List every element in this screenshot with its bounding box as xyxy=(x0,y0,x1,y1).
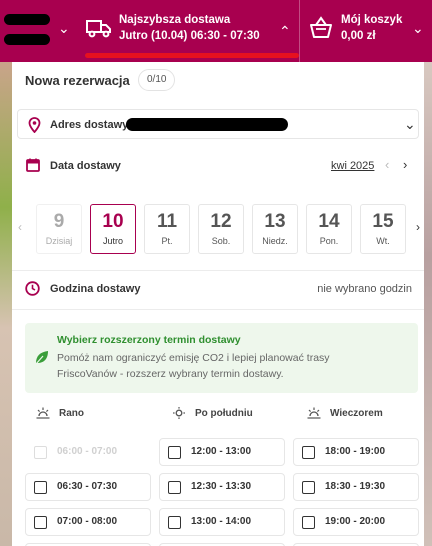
chevron-down-icon[interactable]: ⌄ xyxy=(412,21,424,35)
address-dropdown[interactable]: Adres dostawy ⌄ xyxy=(17,109,419,139)
slot-time: 13:00 - 14:00 xyxy=(191,516,252,527)
slot-time: 12:00 - 13:00 xyxy=(191,446,252,457)
slot-time: 06:00 - 07:00 xyxy=(57,446,118,457)
day-name: Wt. xyxy=(376,236,390,246)
eco-info-box: Wybierz rozszerzony termin dostawy Pomóż… xyxy=(25,323,418,393)
leaf-icon xyxy=(35,351,48,365)
day-card[interactable]: 11 Pt. xyxy=(144,204,190,254)
slot-time: 06:30 - 07:30 xyxy=(57,481,118,492)
day-card[interactable]: 15 Wt. xyxy=(360,204,406,254)
calendar-icon xyxy=(26,158,40,172)
divider xyxy=(12,270,424,271)
time-slot[interactable]: 06:30 - 07:30 xyxy=(25,473,151,501)
divider xyxy=(12,309,424,310)
slot-checkbox[interactable] xyxy=(302,481,315,494)
slot-time: 19:00 - 20:00 xyxy=(325,516,386,527)
time-slot[interactable]: 18:30 - 19:30 xyxy=(293,473,419,501)
day-number: 13 xyxy=(264,211,286,232)
slot-time: 07:00 - 08:00 xyxy=(57,516,118,527)
day-number: 12 xyxy=(210,211,232,232)
prev-days-button[interactable]: ‹ xyxy=(18,220,22,234)
day-name: Sob. xyxy=(211,236,231,246)
address-label: Adres dostawy xyxy=(50,119,129,131)
period-afternoon-label: Po południu xyxy=(195,408,253,419)
top-bar: ⌄ Najszybsza dostawa Jutro (10.04) 06:30… xyxy=(0,0,432,62)
eco-title[interactable]: Wybierz rozszerzony termin dostawy xyxy=(57,334,241,346)
cart-amount[interactable]: 0,00 zł xyxy=(341,30,376,42)
day-number: 11 xyxy=(156,211,178,232)
cart-title[interactable]: Mój koszyk xyxy=(341,14,402,26)
time-slot[interactable]: 18:00 - 19:00 xyxy=(293,438,419,466)
reservation-count-badge: 0/10 xyxy=(138,69,176,91)
hour-value: nie wybrano godzin xyxy=(317,283,412,295)
prev-month-button[interactable]: ‹ xyxy=(385,157,389,172)
slot-checkbox[interactable] xyxy=(34,516,47,529)
day-name: Jutro xyxy=(102,236,123,246)
period-morning-label: Rano xyxy=(59,408,84,419)
sunset-icon xyxy=(307,407,321,419)
redacted-logo[interactable] xyxy=(4,14,50,25)
truck-icon xyxy=(86,20,111,38)
day-number: 9 xyxy=(53,211,65,232)
delivery-underline xyxy=(85,53,299,58)
day-card[interactable]: 10 Jutro xyxy=(90,204,136,254)
slot-checkbox[interactable] xyxy=(302,516,315,529)
month-selector[interactable]: kwi 2025 xyxy=(331,160,374,172)
delivery-title[interactable]: Najszybsza dostawa xyxy=(119,14,230,26)
location-pin-icon xyxy=(28,117,41,133)
day-number: 14 xyxy=(318,211,340,232)
slot-checkbox[interactable] xyxy=(168,481,181,494)
time-slot[interactable]: 12:00 - 13:00 xyxy=(159,438,285,466)
background-image-right xyxy=(424,62,432,546)
slot-time: 12:30 - 13:30 xyxy=(191,481,252,492)
day-name: Dzisiaj xyxy=(45,236,73,246)
day-number: 10 xyxy=(102,211,124,232)
chevron-down-icon[interactable]: ⌄ xyxy=(404,116,416,133)
day-card: 9 Dzisiaj xyxy=(36,204,82,254)
background-image-left xyxy=(0,62,12,546)
day-name: Pon. xyxy=(319,236,339,246)
chevron-up-icon[interactable]: ⌃ xyxy=(279,24,291,38)
time-slot[interactable]: 07:00 - 08:00 xyxy=(25,508,151,536)
day-card[interactable]: 12 Sob. xyxy=(198,204,244,254)
next-month-button[interactable]: › xyxy=(403,157,407,172)
day-card[interactable]: 14 Pon. xyxy=(306,204,352,254)
redacted-address xyxy=(126,118,288,131)
day-number: 15 xyxy=(372,211,394,232)
time-slot: 06:00 - 07:00 xyxy=(25,438,151,466)
sun-icon xyxy=(173,407,185,419)
sunrise-icon xyxy=(36,407,50,419)
header-divider xyxy=(299,0,300,62)
slot-checkbox[interactable] xyxy=(302,446,315,459)
time-slot[interactable]: 13:00 - 14:00 xyxy=(159,508,285,536)
chevron-down-icon[interactable]: ⌄ xyxy=(58,21,70,35)
slot-time: 18:00 - 19:00 xyxy=(325,446,386,457)
reservation-title: Nowa rezerwacja xyxy=(25,73,130,88)
slot-checkbox[interactable] xyxy=(168,446,181,459)
clock-icon xyxy=(25,281,40,296)
day-card[interactable]: 13 Niedz. xyxy=(252,204,298,254)
day-name: Pt. xyxy=(161,236,173,246)
time-slot[interactable]: 12:30 - 13:30 xyxy=(159,473,285,501)
hour-label: Godzina dostawy xyxy=(50,283,141,295)
basket-icon xyxy=(310,16,332,38)
time-slot[interactable]: 19:00 - 20:00 xyxy=(293,508,419,536)
delivery-subtitle[interactable]: Jutro (10.04) 06:30 - 07:30 xyxy=(119,30,260,42)
slot-time: 18:30 - 19:30 xyxy=(325,481,386,492)
eco-description: Pomóż nam ograniczyć emisję CO2 i lepiej… xyxy=(57,352,330,364)
period-evening-label: Wieczorem xyxy=(330,408,383,419)
day-name: Niedz. xyxy=(262,236,288,246)
next-days-button[interactable]: › xyxy=(416,220,420,234)
slot-checkbox[interactable] xyxy=(168,516,181,529)
reservation-panel: Nowa rezerwacja 0/10 Adres dostawy ⌄ Dat… xyxy=(12,62,424,546)
eco-description: FriscoVanów - rozszerz wybrany termin do… xyxy=(57,368,284,380)
date-label: Data dostawy xyxy=(50,160,121,172)
slot-checkbox[interactable] xyxy=(34,481,47,494)
slot-checkbox xyxy=(34,446,47,459)
redacted-logo[interactable] xyxy=(4,34,50,45)
